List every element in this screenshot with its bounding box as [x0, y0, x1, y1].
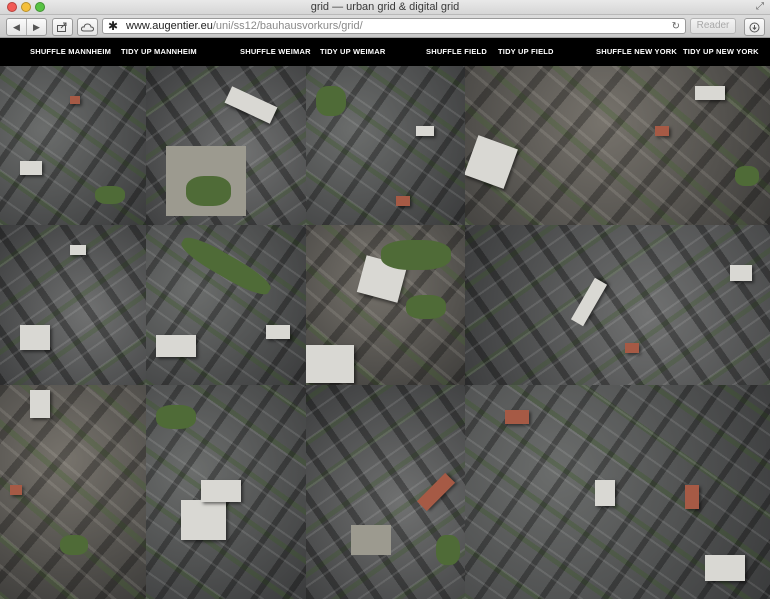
address-bar[interactable]: ✱ www.augentier.eu/uni/ss12/bauhausvorku… [102, 18, 686, 34]
url-path: /uni/ss12/bauhausvorkurs/grid/ [212, 20, 363, 32]
site-navigation: Shuffle Mannheim Tidy up Mannheim Shuffl… [0, 38, 770, 66]
browser-toolbar: ◀ ▶ ✱ www.augentier.eu/uni/ss12/bauhausv… [0, 15, 770, 38]
aerial-tile [306, 66, 465, 225]
aerial-tile [146, 66, 306, 225]
aerial-tile [465, 66, 770, 225]
share-icon [57, 22, 67, 32]
aerial-tile [146, 385, 306, 599]
nav-shuffle-mannheim[interactable]: Shuffle Mannheim [30, 38, 111, 66]
history-buttons: ◀ ▶ [6, 18, 47, 36]
aerial-tile [306, 225, 465, 385]
nav-shuffle-field[interactable]: Shuffle Field [426, 38, 487, 66]
nav-tidy-up-weimar[interactable]: Tidy up Weimar [320, 38, 385, 66]
downloads-button[interactable] [744, 18, 765, 36]
window-title: grid — urban grid & digital grid [310, 1, 460, 13]
back-button[interactable]: ◀ [7, 19, 27, 35]
aerial-tile [0, 225, 146, 385]
site-favicon: ✱ [108, 19, 119, 33]
aerial-image-grid [0, 66, 770, 599]
aerial-tile [0, 66, 146, 225]
reload-icon[interactable]: ↻ [672, 21, 680, 32]
aerial-tile [465, 385, 770, 599]
forward-button[interactable]: ▶ [27, 19, 46, 35]
fullscreen-icon[interactable]: ⤢ [756, 1, 764, 12]
aerial-tile [306, 385, 465, 599]
nav-shuffle-weimar[interactable]: Shuffle Weimar [240, 38, 311, 66]
reader-button[interactable]: Reader [690, 18, 736, 34]
nav-tidy-up-new-york[interactable]: Tidy up New York [683, 38, 759, 66]
share-button[interactable] [52, 18, 73, 36]
download-icon [749, 22, 760, 32]
aerial-tile [146, 225, 306, 385]
nav-shuffle-new-york[interactable]: Shuffle New York [596, 38, 677, 66]
window-titlebar: grid — urban grid & digital grid ⤢ [0, 0, 770, 15]
nav-tidy-up-mannheim[interactable]: Tidy up Mannheim [121, 38, 197, 66]
cloud-icon [81, 22, 94, 31]
url-domain: www.augentier.eu [126, 20, 213, 32]
aerial-tile [465, 225, 770, 385]
icloud-tabs-button[interactable] [77, 18, 98, 36]
url-text[interactable]: www.augentier.eu/uni/ss12/bauhausvorkurs… [126, 20, 363, 32]
nav-tidy-up-field[interactable]: Tidy up Field [498, 38, 554, 66]
aerial-tile [0, 385, 146, 599]
